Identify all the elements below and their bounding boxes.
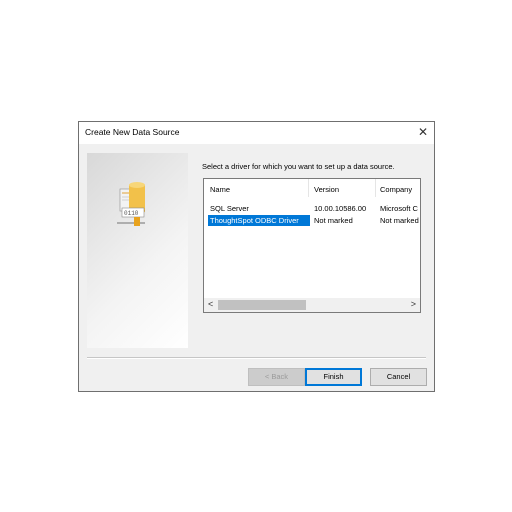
- list-header: Name Version Company: [204, 179, 420, 197]
- scroll-left-icon[interactable]: <: [208, 299, 213, 309]
- column-header-company[interactable]: Company: [380, 185, 412, 194]
- wizard-side-panel: 0110: [87, 153, 188, 348]
- finish-button[interactable]: Finish: [305, 368, 362, 386]
- scrollbar-thumb[interactable]: [218, 300, 306, 310]
- list-item[interactable]: SQL Server 10.00.10586.00 Microsoft C: [204, 203, 420, 214]
- driver-version: 10.00.10586.00: [314, 204, 367, 213]
- column-header-version[interactable]: Version: [314, 185, 339, 194]
- column-header-name[interactable]: Name: [210, 185, 230, 194]
- column-divider[interactable]: [308, 179, 309, 197]
- cancel-button[interactable]: Cancel: [370, 368, 427, 386]
- driver-company: Not marked: [380, 216, 419, 225]
- horizontal-scrollbar[interactable]: < >: [204, 298, 420, 312]
- database-driver-icon: 0110: [117, 182, 145, 226]
- title-bar: Create New Data Source ✕: [79, 122, 434, 144]
- driver-company: Microsoft C: [380, 204, 418, 213]
- dialog-title: Create New Data Source: [85, 127, 180, 137]
- driver-name: SQL Server: [210, 204, 249, 213]
- column-divider[interactable]: [375, 179, 376, 197]
- svg-text:0110: 0110: [124, 210, 139, 217]
- back-button[interactable]: < Back: [248, 368, 305, 386]
- close-icon[interactable]: ✕: [418, 125, 428, 139]
- create-data-source-dialog: Create New Data Source ✕ 0110 Select a d…: [78, 121, 435, 392]
- instruction-text: Select a driver for which you want to se…: [202, 162, 395, 171]
- driver-name: ThoughtSpot ODBC Driver: [208, 215, 310, 226]
- scroll-right-icon[interactable]: >: [411, 299, 416, 309]
- driver-list[interactable]: Name Version Company SQL Server 10.00.10…: [203, 178, 421, 313]
- list-item-selected[interactable]: ThoughtSpot ODBC Driver Not marked Not m…: [204, 215, 420, 226]
- driver-version: Not marked: [314, 216, 353, 225]
- button-divider: [87, 357, 426, 359]
